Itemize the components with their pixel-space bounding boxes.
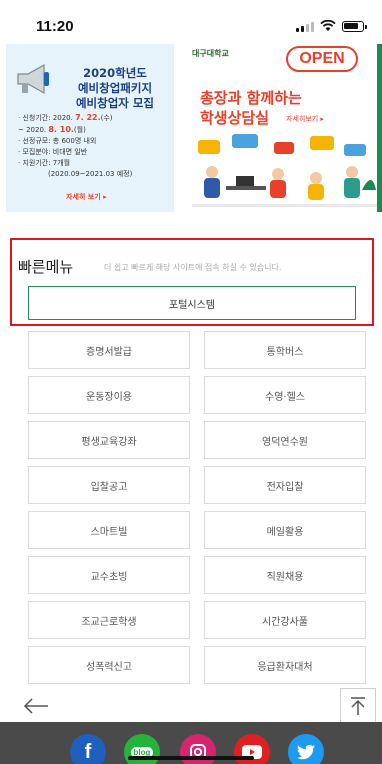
banner-info: · 신청기간: 2020. 7. 22.(수) ~ 2020. 8. 10.(월…	[18, 113, 133, 178]
arrow-up-icon[interactable]	[340, 688, 376, 724]
signal-icon	[296, 21, 314, 32]
banner-more-link[interactable]: 자세히 보기 ▸	[66, 192, 107, 202]
menu-lecturer-pool[interactable]: 시간강사풀	[204, 601, 366, 639]
status-time: 11:20	[36, 18, 74, 35]
menu-lifelong-education[interactable]: 평생교육강좌	[28, 421, 190, 459]
quick-menu-description: 더 쉽고 빠르게 해당 사이트에 접속 하실 수 있습니다.	[104, 263, 282, 272]
menu-swim-health[interactable]: 수영·헬스	[204, 376, 366, 414]
startup-banner[interactable]: 2020학년도 예비창업패키지 예비창업자 모집 · 신청기간: 2020. 7…	[6, 44, 174, 212]
status-icons	[296, 20, 367, 32]
banner-title: 2020학년도 예비창업패키지 예비창업자 모집	[75, 66, 155, 110]
status-bar: 11:20	[0, 0, 382, 44]
open-badge: OPEN	[286, 46, 358, 72]
menu-faculty-recruit[interactable]: 교수초빙	[28, 556, 190, 594]
counseling-banner[interactable]: 대구대학교 OPEN 총장과 함께하는 학생상담실 자세히보기 ▸	[182, 44, 382, 212]
banner-more-link[interactable]: 자세히보기 ▸	[286, 114, 324, 124]
menu-emergency[interactable]: 응급환자대처	[204, 646, 366, 684]
university-logo: 대구대학교	[192, 49, 229, 58]
menu-field-use[interactable]: 운동장이용	[28, 376, 190, 414]
quick-menu-title: 빠른메뉴	[18, 258, 74, 276]
menu-staff-recruit[interactable]: 직원채용	[204, 556, 366, 594]
menu-yeongdeok-center[interactable]: 영덕연수원	[204, 421, 366, 459]
next-banner-edge	[377, 44, 382, 212]
menu-assistant-student[interactable]: 조교근로학생	[28, 601, 190, 639]
battery-icon	[342, 20, 367, 32]
menu-e-bidding[interactable]: 전자입찰	[204, 466, 366, 504]
wifi-icon	[320, 20, 336, 31]
menu-mail[interactable]: 메일활용	[204, 511, 366, 549]
counseling-illustration	[192, 134, 378, 207]
facebook-icon[interactable]: f	[70, 734, 106, 764]
menu-violence-report[interactable]: 성폭력신고	[28, 646, 190, 684]
megaphone-icon	[17, 63, 49, 95]
menu-school-bus[interactable]: 통학버스	[204, 331, 366, 369]
quick-menu-highlight: 빠른메뉴 더 쉽고 빠르게 해당 사이트에 접속 하실 수 있습니다. 포털시스…	[10, 238, 374, 326]
banner-carousel[interactable]: 2020학년도 예비창업패키지 예비창업자 모집 · 신청기간: 2020. 7…	[0, 44, 382, 214]
arrow-left-icon[interactable]	[22, 696, 54, 720]
menu-bid-notice[interactable]: 입찰공고	[28, 466, 190, 504]
menu-certificate[interactable]: 증명서발급	[28, 331, 190, 369]
portal-system-button[interactable]: 포털시스템	[28, 286, 356, 320]
home-indicator	[128, 756, 254, 760]
menu-smart-bill[interactable]: 스마트빌	[28, 511, 190, 549]
twitter-icon[interactable]	[288, 734, 324, 764]
